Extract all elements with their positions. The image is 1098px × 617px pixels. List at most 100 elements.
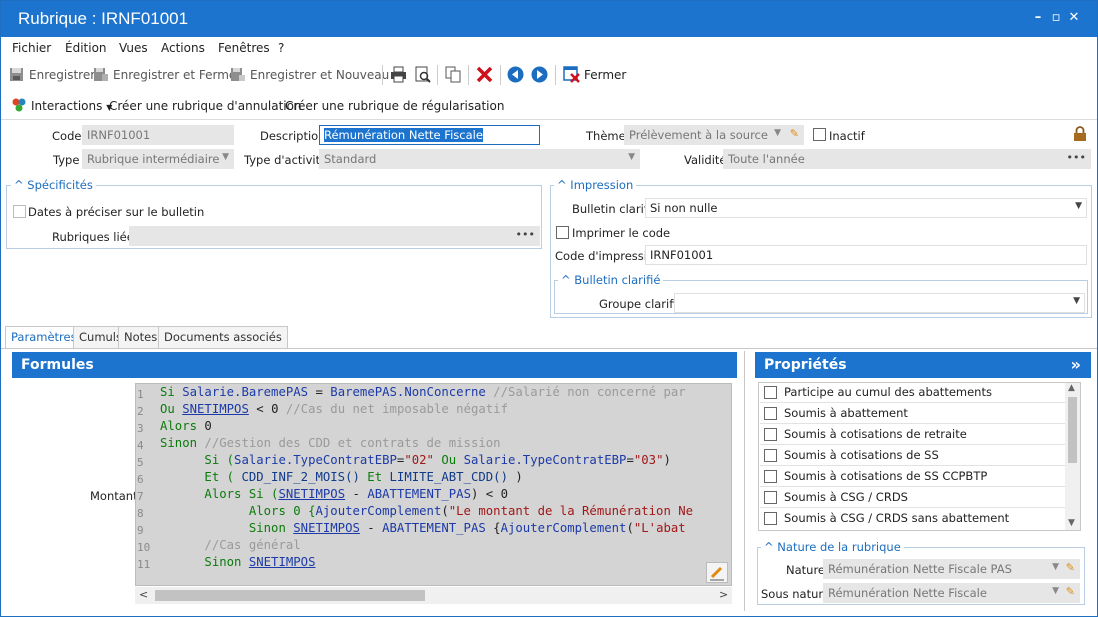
theme-value: Prélèvement à la source — [629, 128, 768, 142]
property-checkbox[interactable] — [764, 386, 777, 399]
edit-pencil-icon[interactable]: ✎ — [790, 127, 799, 140]
nature-select[interactable]: Rémunération Nette Fiscale PAS ▼ ✎ — [823, 559, 1080, 579]
nature-title[interactable]: ^ Nature de la rubrique — [761, 540, 904, 554]
tab-notes[interactable]: Notes — [118, 326, 164, 348]
save-new-button[interactable]: Enregistrer et Nouveau — [250, 68, 389, 82]
edit-formula-button[interactable] — [706, 562, 728, 583]
groupe-clarifie-select[interactable]: ▼ — [674, 293, 1085, 313]
property-label: Soumis à cotisations de retraite — [784, 427, 967, 441]
print-code-checkbox[interactable] — [556, 226, 569, 239]
activity-select[interactable]: Standard ▼ — [319, 149, 640, 169]
save-new-icon — [231, 68, 245, 81]
save-close-icon — [94, 68, 108, 81]
scroll-down-icon[interactable]: ▼ — [1068, 518, 1075, 528]
tab-documents[interactable]: Documents associés — [158, 326, 288, 348]
menu-actions[interactable]: Actions — [161, 41, 205, 55]
sous-nature-value: Rémunération Nette Fiscale — [828, 586, 987, 600]
collapse-right-icon[interactable]: » — [1071, 355, 1081, 374]
interactions-menu[interactable]: Interactions ▼ — [31, 99, 112, 113]
tab-parametres[interactable]: Paramètres — [5, 326, 83, 349]
code-field[interactable]: IRNF01001 — [82, 125, 234, 145]
formula-editor[interactable]: 1 2 3 4 5 6 7 8 9 10 11 Si Salarie.Barem… — [135, 383, 732, 586]
property-checkbox[interactable] — [764, 449, 777, 462]
line-number: 8 — [137, 507, 144, 520]
nature-label: Nature — [786, 563, 825, 577]
list-item[interactable]: Soumis à CSG / CRDS — [760, 487, 1066, 508]
close-button[interactable]: Fermer — [584, 68, 626, 82]
create-regul-rubric-button[interactable]: Créer une rubrique de régularisation — [285, 99, 504, 113]
menu-vues[interactable]: Vues — [119, 41, 148, 55]
list-item[interactable]: Soumis à cotisations de SS CCPBTP — [760, 466, 1066, 487]
previous-icon[interactable] — [507, 66, 524, 83]
property-label: Soumis à CSG / CRDS sans abattement — [784, 511, 1010, 525]
menu-fenetres[interactable]: Fenêtres — [218, 41, 270, 55]
code-token: Ou — [433, 453, 464, 467]
impression-title[interactable]: ^ Impression — [554, 178, 637, 192]
description-value: Rémunération Nette Fiscale — [324, 128, 483, 142]
impression-title-text: Impression — [570, 178, 634, 192]
theme-select[interactable]: Prélèvement à la source ▼ ✎ — [624, 125, 804, 145]
property-label: Participe au cumul des abattements — [784, 385, 992, 399]
list-item[interactable]: Soumis à CSG / CRDS sans abattement — [760, 508, 1066, 529]
list-item[interactable]: Soumis à cotisations de SS — [760, 445, 1066, 466]
menu-fichier[interactable]: Fichier — [12, 41, 51, 55]
property-checkbox[interactable] — [764, 512, 777, 525]
validity-field[interactable]: Toute l'année ••• — [723, 149, 1091, 169]
sous-nature-select[interactable]: Rémunération Nette Fiscale ▼ ✎ — [823, 583, 1080, 603]
activity-value: Standard — [324, 152, 377, 166]
create-cancel-rubric-button[interactable]: Créer une rubrique d'annulation — [109, 99, 302, 113]
interactions-label: Interactions — [31, 99, 103, 113]
code-token: //Cas du net imposable négatif — [285, 402, 508, 416]
specificites-title[interactable]: ^ Spécificités — [11, 178, 96, 192]
minimize-icon[interactable]: – — [1030, 10, 1046, 25]
validity-value: Toute l'année — [728, 152, 805, 166]
formula-hscrollbar[interactable]: < > — [135, 587, 732, 604]
bulletin-clarifie-subtitle[interactable]: ^ Bulletin clarifié — [558, 273, 664, 287]
scroll-right-icon[interactable]: > — [719, 588, 728, 601]
maximize-icon[interactable]: ▫ — [1048, 10, 1064, 25]
scroll-left-icon[interactable]: < — [139, 588, 148, 601]
print-code-input[interactable]: IRNF01001 — [645, 245, 1087, 265]
next-icon[interactable] — [531, 66, 548, 83]
property-checkbox[interactable] — [764, 470, 777, 483]
scroll-thumb[interactable] — [1068, 397, 1077, 463]
copy-icon[interactable] — [445, 66, 462, 83]
delete-icon[interactable] — [476, 66, 493, 83]
type-select[interactable]: Rubrique intermédiaire ▼ — [82, 149, 234, 169]
edit-pencil-icon[interactable]: ✎ — [1066, 585, 1075, 598]
save-close-button[interactable]: Enregistrer et Fermer — [113, 68, 241, 82]
menu-help[interactable]: ? — [278, 41, 284, 55]
scroll-thumb[interactable] — [155, 590, 425, 601]
bulletin-clarifie-select[interactable]: Si non nulle ▼ — [645, 198, 1087, 218]
print-icon[interactable] — [390, 66, 407, 83]
property-checkbox[interactable] — [764, 428, 777, 441]
list-item[interactable]: Soumis à cotisations de retraite — [760, 424, 1066, 445]
code-token: Alors Si ( — [160, 487, 279, 501]
code-token: ) < 0 — [470, 487, 509, 501]
property-label: Soumis à cotisations de SS — [784, 448, 939, 462]
activity-label: Type d'activité — [244, 153, 328, 167]
code-token: - — [359, 521, 383, 535]
print-preview-icon[interactable] — [414, 66, 431, 83]
property-label: Soumis à CSG / CRDS — [784, 490, 908, 504]
description-input[interactable]: Rémunération Nette Fiscale — [319, 125, 540, 145]
dates-checkbox[interactable] — [13, 205, 26, 218]
line-number: 2 — [137, 405, 144, 418]
list-item[interactable]: Soumis à abattement — [760, 403, 1066, 424]
proprietes-vscrollbar[interactable]: ▲ ▼ — [1065, 383, 1080, 530]
chevron-down-icon: ▼ — [222, 152, 229, 162]
property-checkbox[interactable] — [764, 491, 777, 504]
menu-edition[interactable]: Édition — [65, 41, 107, 55]
inactif-checkbox[interactable] — [813, 128, 826, 141]
scroll-up-icon[interactable]: ▲ — [1068, 383, 1075, 393]
close-icon[interactable]: ✕ — [1066, 10, 1082, 25]
save-button[interactable]: Enregistrer — [29, 68, 95, 82]
list-item[interactable]: Participe au cumul des abattements — [760, 382, 1066, 403]
code-token: "L'abat — [633, 521, 686, 535]
edit-pencil-icon[interactable]: ✎ — [1066, 561, 1075, 574]
property-checkbox[interactable] — [764, 407, 777, 420]
more-icon[interactable]: ••• — [1067, 151, 1086, 164]
panel-splitter[interactable] — [744, 351, 745, 611]
linked-rubrics-field[interactable]: ••• — [129, 226, 540, 246]
more-icon[interactable]: ••• — [516, 228, 535, 241]
